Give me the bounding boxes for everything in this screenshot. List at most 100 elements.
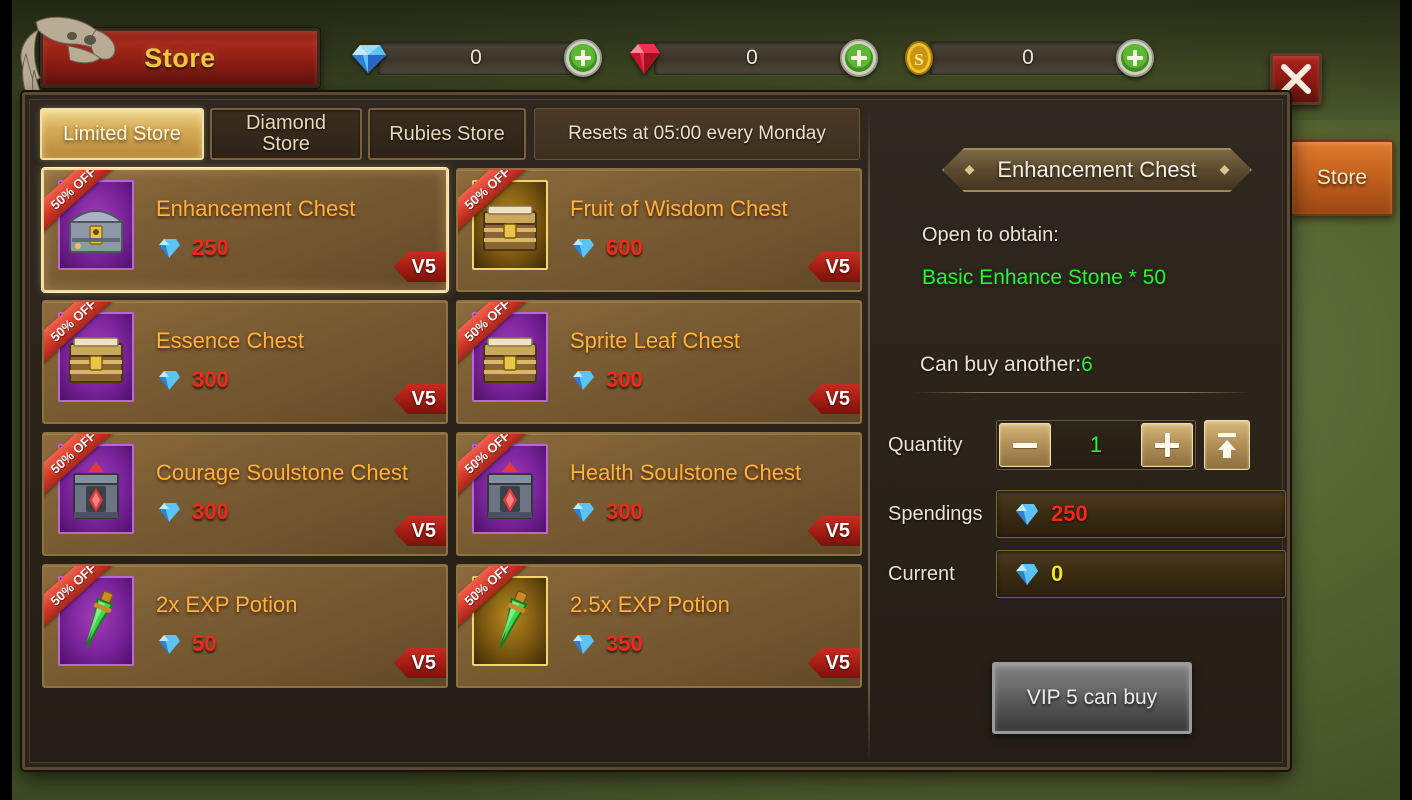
- diamond-icon: [1016, 564, 1038, 585]
- item-vip-label: V5: [825, 519, 850, 542]
- game-screen: Store 0 0 S 0 Store Limited Store Diamon…: [0, 0, 1412, 800]
- svg-text:S: S: [914, 50, 923, 69]
- item-price-row: 300: [570, 367, 643, 393]
- buy-button-label: VIP 5 can buy: [1026, 686, 1158, 709]
- current-label: Current: [888, 562, 955, 585]
- item-card-courage-soulstone-chest[interactable]: 50% OFF Courage Soulstone Chest 300 V5: [42, 432, 448, 556]
- item-grid: 50% OFF Enhancement Chest 250 V5 50% OFF…: [42, 168, 862, 688]
- item-vip-label: V5: [411, 255, 436, 278]
- item-vip-label: V5: [411, 519, 436, 542]
- tab-rubies-store[interactable]: Rubies Store: [368, 108, 526, 160]
- item-card-health-soulstone-chest[interactable]: 50% OFF Health Soulstone Chest 300 V5: [456, 432, 862, 556]
- detail-title-banner: Enhancement Chest: [942, 148, 1252, 192]
- currency-ruby: 0: [622, 34, 880, 82]
- item-price-row: 600: [570, 235, 643, 261]
- obtain-value: Basic Enhance Stone * 50: [922, 266, 1167, 289]
- item-vip-tag: V5: [393, 384, 446, 414]
- max-up-arrow-icon: [1218, 433, 1236, 458]
- item-price: 300: [192, 499, 229, 524]
- diamond-icon: [573, 239, 594, 258]
- item-name: Courage Soulstone Chest: [156, 460, 408, 485]
- item-price-row: 300: [156, 499, 229, 525]
- plus-icon-vertical: [1164, 433, 1170, 457]
- item-vip-tag: V5: [807, 516, 860, 546]
- item-vip-label: V5: [825, 387, 850, 410]
- item-name: Enhancement Chest: [156, 196, 356, 221]
- item-price: 300: [192, 367, 229, 392]
- diamond-icon: [159, 239, 180, 258]
- item-card-enhancement-chest[interactable]: 50% OFF Enhancement Chest 250 V5: [42, 168, 448, 292]
- item-vip-tag: V5: [807, 648, 860, 678]
- side-tab-store[interactable]: Store: [1290, 140, 1394, 216]
- spendings-box: 250: [996, 490, 1286, 538]
- spendings-label: Spendings: [888, 502, 983, 525]
- currency-diamond: 0: [346, 34, 604, 82]
- reset-note: Resets at 05:00 every Monday: [534, 108, 860, 160]
- item-vip-tag: V5: [393, 648, 446, 678]
- store-tabbar: Limited Store Diamond Store Rubies Store…: [40, 108, 860, 160]
- item-price: 350: [606, 631, 643, 656]
- item-price: 300: [606, 367, 643, 392]
- diamond-icon: [352, 45, 386, 73]
- quantity-row: Quantity 1: [888, 420, 1250, 470]
- item-name: Sprite Leaf Chest: [570, 328, 740, 353]
- detail-divider: [914, 392, 1252, 393]
- currency-gold: S 0: [898, 34, 1156, 82]
- tab-limited-store[interactable]: Limited Store: [40, 108, 204, 160]
- quantity-max-button[interactable]: [1204, 420, 1250, 470]
- quantity-label: Quantity: [888, 433, 963, 456]
- item-vip-tag: V5: [393, 516, 446, 546]
- tab-limited-store-label: Limited Store: [63, 122, 181, 145]
- current-row: Current 0: [888, 550, 1286, 598]
- side-tab-store-label: Store: [1316, 166, 1368, 189]
- can-buy-value: 6: [1081, 353, 1093, 376]
- item-price-row: 250: [156, 235, 229, 261]
- item-card-2x-exp-potion[interactable]: 50% OFF 2x EXP Potion 50 V5: [42, 564, 448, 688]
- quantity-increase-button[interactable]: [1141, 423, 1193, 467]
- quantity-decrease-button[interactable]: [999, 423, 1051, 467]
- detail-title: Enhancement Chest: [997, 157, 1197, 182]
- letterbox-right: [1400, 0, 1412, 800]
- quantity-value[interactable]: 1: [1053, 432, 1139, 458]
- gold-amount: 0: [1022, 46, 1034, 69]
- item-detail-panel: Enhancement Chest Open to obtain: Basic …: [880, 110, 1286, 760]
- currency-bar: 0 0 S 0: [346, 34, 1156, 82]
- item-name: Fruit of Wisdom Chest: [570, 196, 788, 221]
- add-diamond-button[interactable]: [562, 37, 604, 79]
- banner-diamond-right-icon: [1220, 165, 1230, 175]
- store-title-plate: Store: [40, 28, 320, 88]
- banner-diamond-left-icon: [965, 165, 975, 175]
- diamond-amount-slot: 0: [378, 41, 574, 75]
- tab-diamond-store-label: Diamond Store: [245, 112, 327, 155]
- reset-note-label: Resets at 05:00 every Monday: [568, 123, 826, 144]
- add-gold-button[interactable]: [1114, 37, 1156, 79]
- current-value: 0: [1051, 561, 1064, 586]
- item-card-essence-chest[interactable]: 50% OFF Essence Chest 300 V5: [42, 300, 448, 424]
- can-buy-label: Can buy another:: [920, 353, 1082, 376]
- store-dialog: Limited Store Diamond Store Rubies Store…: [22, 92, 1290, 770]
- add-ruby-button[interactable]: [838, 37, 880, 79]
- spendings-value: 250: [1051, 501, 1088, 526]
- item-vip-label: V5: [825, 255, 850, 278]
- store-dialog-inner: Limited Store Diamond Store Rubies Store…: [29, 99, 1286, 764]
- item-vip-label: V5: [411, 651, 436, 674]
- diamond-icon: [159, 635, 180, 654]
- item-name: Health Soulstone Chest: [570, 460, 802, 485]
- item-vip-tag: V5: [807, 384, 860, 414]
- obtain-label: Open to obtain:: [922, 224, 1059, 246]
- item-card-sprite-leaf-chest[interactable]: 50% OFF Sprite Leaf Chest 300 V5: [456, 300, 862, 424]
- buy-button[interactable]: VIP 5 can buy: [992, 662, 1192, 734]
- diamond-icon: [159, 503, 180, 522]
- item-price-row: 50: [156, 631, 216, 657]
- item-name: Essence Chest: [156, 328, 304, 353]
- ruby-amount-slot: 0: [654, 41, 850, 75]
- item-vip-tag: V5: [807, 252, 860, 282]
- tab-rubies-store-label: Rubies Store: [389, 122, 505, 145]
- item-card-fruit-of-wisdom-chest[interactable]: 50% OFF Fruit of Wisdom Chest 600 V5: [456, 168, 862, 292]
- item-price: 50: [192, 631, 217, 656]
- diamond-icon: [573, 635, 594, 654]
- item-vip-tag: V5: [393, 252, 446, 282]
- tab-diamond-store[interactable]: Diamond Store: [210, 108, 362, 160]
- gold-coin-icon: S: [905, 41, 933, 75]
- item-card-2-5x-exp-potion[interactable]: 50% OFF 2.5x EXP Potion 350 V5: [456, 564, 862, 688]
